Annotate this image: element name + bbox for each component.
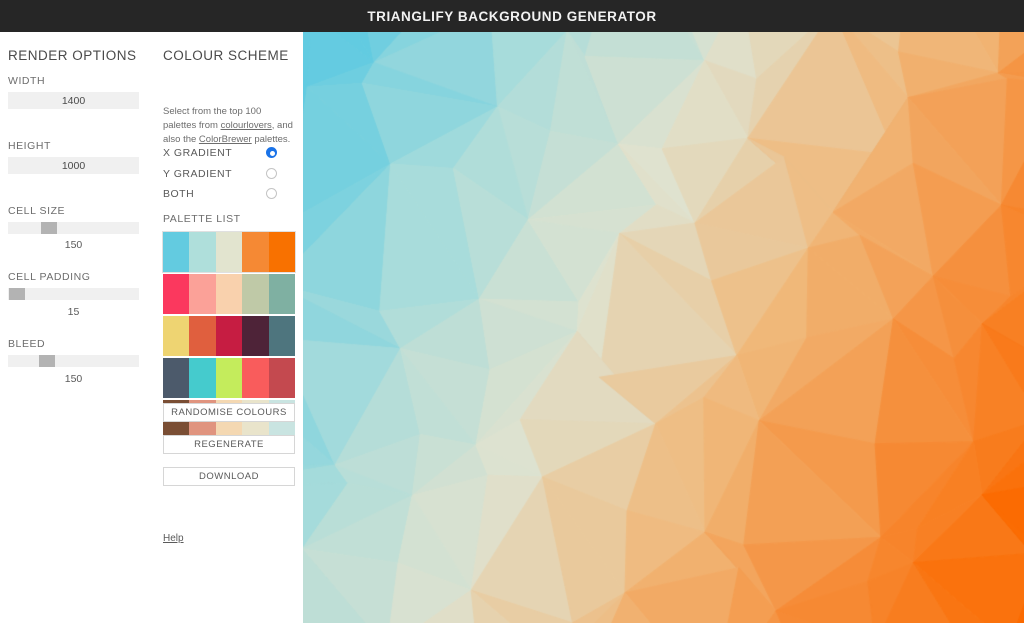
cell-padding-value: 15 [67, 306, 80, 318]
palette-row[interactable] [163, 274, 296, 314]
render-options-heading: RENDER OPTIONS [8, 48, 137, 63]
y-gradient-radio[interactable] [266, 168, 277, 179]
y-gradient-label: Y GRADIENT [163, 168, 232, 180]
radio-row-both[interactable]: BOTH [163, 186, 295, 202]
width-input[interactable] [8, 92, 139, 109]
palette-swatch[interactable] [163, 358, 190, 398]
palette-swatch[interactable] [189, 274, 216, 314]
download-button[interactable]: DOWNLOAD [163, 467, 295, 486]
cell-padding-slider[interactable] [8, 288, 139, 300]
cell-size-label: CELL SIZE [8, 205, 66, 217]
bleed-label: BLEED [8, 338, 46, 350]
bleed-slider[interactable] [8, 355, 139, 367]
cell-size-slider[interactable] [8, 222, 139, 234]
height-label: HEIGHT [8, 140, 51, 152]
palette-swatch[interactable] [242, 316, 269, 356]
app-header: TRIANGLIFY BACKGROUND GENERATOR [0, 0, 1024, 32]
palette-swatch[interactable] [215, 316, 243, 356]
radio-row-y-gradient[interactable]: Y GRADIENT [163, 166, 295, 182]
palette-swatch[interactable] [163, 274, 190, 314]
palette-swatch[interactable] [268, 232, 296, 272]
bleed-slider-thumb[interactable] [39, 355, 56, 367]
palette-row[interactable] [163, 358, 296, 398]
palette-swatch[interactable] [189, 358, 216, 398]
cell-size-slider-thumb[interactable] [41, 222, 58, 234]
palette-swatch[interactable] [242, 274, 269, 314]
colorbrewer-link[interactable]: ColorBrewer [199, 134, 252, 145]
palette-swatch[interactable] [268, 316, 296, 356]
palette-list-label: PALETTE LIST [163, 213, 241, 225]
cell-padding-label: CELL PADDING [8, 271, 91, 283]
radio-row-x-gradient[interactable]: X GRADIENT [163, 145, 295, 161]
palette-swatch[interactable] [163, 316, 190, 356]
cell-padding-slider-thumb[interactable] [9, 288, 26, 300]
height-input[interactable] [8, 157, 139, 174]
bleed-value: 150 [64, 373, 83, 385]
both-label: BOTH [163, 188, 195, 200]
cell-size-value: 150 [64, 239, 83, 251]
width-label: WIDTH [8, 75, 46, 87]
trianglify-preview[interactable] [303, 32, 1024, 623]
controls-panel: RENDER OPTIONS WIDTH HEIGHT CELL SIZE 15… [0, 32, 303, 635]
x-gradient-radio[interactable] [266, 147, 277, 158]
randomise-colours-button[interactable]: RANDOMISE COLOURS [163, 403, 295, 422]
x-gradient-label: X GRADIENT [163, 147, 233, 159]
palette-swatch[interactable] [242, 358, 269, 398]
colourlovers-link[interactable]: colourlovers [221, 120, 272, 131]
help-link[interactable]: Help [163, 533, 184, 544]
description-text-3: palettes. [251, 134, 291, 145]
app-title: TRIANGLIFY BACKGROUND GENERATOR [367, 8, 657, 24]
palette-swatch[interactable] [215, 358, 243, 398]
colour-scheme-description: Select from the top 100 palettes from co… [163, 105, 295, 147]
palette-swatch[interactable] [215, 274, 243, 314]
trianglify-canvas[interactable] [303, 32, 1024, 623]
regenerate-button[interactable]: REGENERATE [163, 435, 295, 454]
palette-row[interactable] [162, 231, 296, 273]
both-radio[interactable] [266, 188, 277, 199]
palette-swatch[interactable] [189, 316, 216, 356]
colour-scheme-heading: COLOUR SCHEME [163, 48, 289, 63]
palette-row[interactable] [163, 316, 296, 356]
palette-swatch[interactable] [189, 232, 216, 272]
palette-swatch[interactable] [268, 274, 296, 314]
palette-swatch[interactable] [215, 232, 243, 272]
palette-swatch[interactable] [163, 232, 190, 272]
palette-swatch[interactable] [242, 232, 269, 272]
palette-swatch[interactable] [268, 358, 296, 398]
